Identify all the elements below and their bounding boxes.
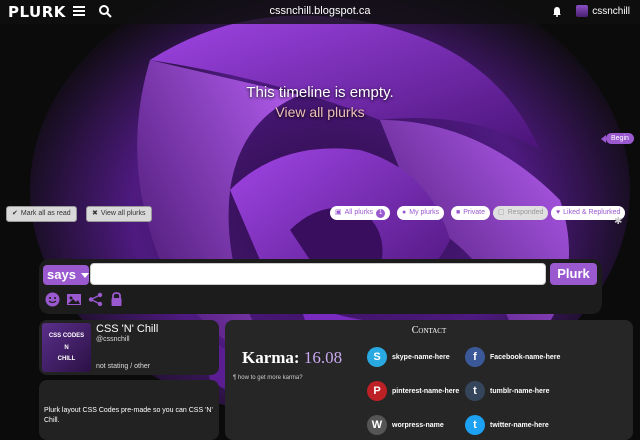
plurk-input[interactable]	[90, 263, 546, 285]
lock-icon[interactable]	[110, 292, 125, 307]
lock-icon: ■	[456, 209, 461, 216]
user-avatar[interactable]	[576, 5, 589, 17]
timeline-empty-message: This timeline is empty.	[246, 84, 394, 101]
contact-twitter[interactable]: t twitter-name-here	[465, 415, 549, 435]
contact-wordpress[interactable]: W worpress-name	[367, 415, 444, 435]
chevron-down-icon	[81, 273, 89, 278]
username[interactable]: cssnchill	[592, 6, 630, 17]
tumblr-icon: t	[465, 381, 485, 401]
settings-gear-icon[interactable]: ✱	[614, 216, 622, 227]
share-icon[interactable]	[88, 292, 103, 307]
profile-card: CSS CODES N CHILL CSS 'N' Chill @cssnchi…	[39, 320, 219, 375]
view-all-plurks-button[interactable]: ✖ View all plurks	[86, 206, 152, 222]
profile-status: not stating / other	[96, 363, 151, 370]
wordpress-icon: W	[367, 415, 387, 435]
filter-my-plurks[interactable]: ● My plurks	[397, 206, 445, 220]
contact-tumblr[interactable]: t tumblr-name-here	[465, 381, 550, 401]
pinterest-icon: P	[367, 381, 387, 401]
contact-card: Contact Karma: 16.08 ¶ how to get more k…	[225, 320, 633, 440]
chat-icon: ▣	[335, 209, 342, 216]
skype-icon: S	[367, 347, 387, 367]
contact-title: Contact	[411, 325, 447, 336]
top-navbar: PLURK cssnchill.blogspot.ca cssnchill	[0, 0, 640, 24]
site-title[interactable]: cssnchill.blogspot.ca	[0, 5, 640, 17]
filter-all-plurks[interactable]: ▣ All plurks 1	[330, 206, 391, 220]
begin-button[interactable]: Begin	[606, 133, 634, 144]
close-icon: ✖	[92, 210, 98, 217]
qualifier-select[interactable]: says	[43, 265, 89, 285]
profile-handle: @cssnchill	[96, 336, 130, 343]
all-count-badge: 1	[376, 208, 386, 218]
contact-skype[interactable]: S skype-name-here	[367, 347, 450, 367]
about-text: Plurk layout CSS Codes pre-made so you c…	[44, 407, 213, 424]
profile-avatar[interactable]: CSS CODES N CHILL	[42, 323, 91, 372]
mark-all-read-button[interactable]: ✔ Mark all as read	[6, 206, 77, 222]
plurk-submit-button[interactable]: Plurk	[550, 263, 597, 285]
heart-icon: ♥	[556, 209, 561, 216]
contact-pinterest[interactable]: P pinterest-name-here	[367, 381, 459, 401]
karma-display: Karma: 16.08	[242, 348, 343, 367]
user-menu[interactable]: cssnchill	[552, 5, 630, 17]
profile-name: CSS 'N' Chill	[96, 323, 159, 335]
image-icon[interactable]	[66, 292, 81, 307]
twitter-icon: t	[465, 415, 485, 435]
filter-responded[interactable]: ▢ Responded	[493, 206, 549, 220]
info-icon: ¶	[233, 375, 237, 381]
reply-icon: ▢	[498, 209, 505, 216]
check-icon: ✔	[12, 210, 18, 217]
facebook-icon: f	[465, 347, 485, 367]
about-card: Plurk layout CSS Codes pre-made so you c…	[39, 380, 219, 440]
karma-help-link[interactable]: ¶ how to get more karma?	[233, 375, 303, 381]
emoticon-icon[interactable]	[45, 292, 60, 307]
view-all-plurks-link[interactable]: View all plurks	[0, 104, 640, 120]
person-icon: ●	[402, 209, 407, 216]
contact-facebook[interactable]: f Facebook-name-here	[465, 347, 560, 367]
notification-bell-icon[interactable]	[552, 6, 562, 17]
compose-box: says Plurk	[39, 259, 602, 314]
filter-private[interactable]: ■ Private	[451, 206, 491, 220]
